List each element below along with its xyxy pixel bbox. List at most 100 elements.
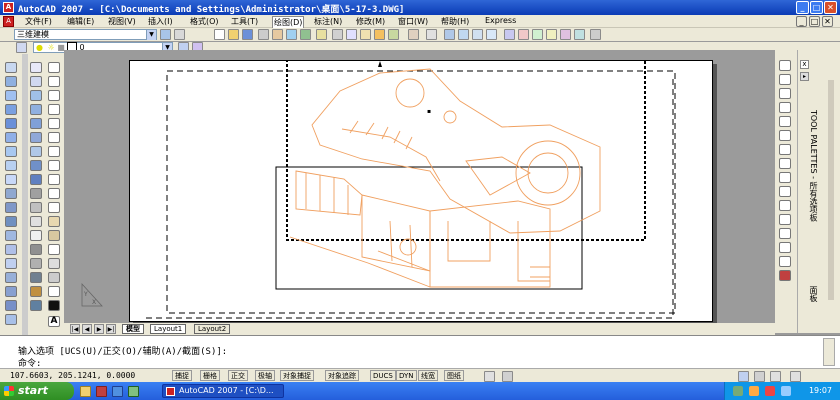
tray-network-icon[interactable] <box>733 386 743 396</box>
new-file-icon[interactable] <box>214 29 225 40</box>
3d-orbit-icon[interactable] <box>30 76 42 87</box>
next-tab-button[interactable]: ▶ <box>94 324 104 334</box>
menu-window[interactable]: 窗口(W) <box>398 16 428 27</box>
quicklaunch-ie-icon[interactable] <box>112 386 123 397</box>
cylinder-icon[interactable] <box>5 132 17 143</box>
workspace-settings-icon[interactable] <box>160 29 171 40</box>
ucs-world-icon[interactable] <box>30 258 42 269</box>
menu-format[interactable]: 格式(O) <box>190 16 219 27</box>
material-ball-icon[interactable] <box>30 286 42 297</box>
menu-express[interactable]: Express <box>485 16 516 25</box>
paste-icon[interactable] <box>360 29 371 40</box>
scale-icon[interactable] <box>779 158 791 169</box>
tool-palettes-icon[interactable] <box>532 29 543 40</box>
zoom-window-icon[interactable] <box>472 29 483 40</box>
taskbar-autocad-window[interactable]: AutoCAD 2007 - [C:\D... <box>162 384 284 398</box>
tab-layout2[interactable]: Layout2 <box>194 324 231 334</box>
menu-modify[interactable]: 修改(M) <box>356 16 385 27</box>
copy-icon[interactable] <box>346 29 357 40</box>
fillet-icon[interactable] <box>779 256 791 267</box>
mirror-icon[interactable] <box>779 88 791 99</box>
markup-icon[interactable] <box>560 29 571 40</box>
union-icon[interactable] <box>5 272 17 283</box>
menu-insert[interactable]: 插入(I) <box>148 16 173 27</box>
command-scrollbar[interactable] <box>823 338 835 366</box>
menu-help[interactable]: 帮助(H) <box>441 16 469 27</box>
view-box-icon[interactable] <box>30 62 42 73</box>
rotate-icon[interactable] <box>779 144 791 155</box>
zoom-previous-icon[interactable] <box>486 29 497 40</box>
model-space-icon[interactable] <box>484 371 495 382</box>
presspull-icon[interactable] <box>5 216 17 227</box>
arc-icon[interactable] <box>48 132 60 143</box>
redo-icon[interactable] <box>426 29 437 40</box>
revcloud-icon[interactable] <box>48 160 60 171</box>
sphere-icon[interactable] <box>5 118 17 129</box>
doc-close-button[interactable]: ✕ <box>822 16 833 27</box>
lineweight-toggle[interactable]: 线宽 <box>418 370 438 381</box>
material-icon[interactable] <box>30 118 42 129</box>
menu-view[interactable]: 视图(V) <box>108 16 136 27</box>
sheet-set-icon[interactable] <box>546 29 557 40</box>
hidden-icon[interactable] <box>30 202 42 213</box>
prev-tab-button[interactable]: ◀ <box>82 324 92 334</box>
lock-toolbar-icon[interactable] <box>738 371 749 382</box>
cone-icon[interactable] <box>5 104 17 115</box>
ellipse-icon[interactable] <box>48 188 60 199</box>
chevron-down-icon[interactable]: ▼ <box>146 30 156 40</box>
print-preview-icon[interactable] <box>272 29 283 40</box>
helix-icon[interactable] <box>5 174 17 185</box>
dyn-toggle[interactable]: DYN <box>396 370 417 381</box>
insert-block-icon[interactable] <box>48 216 60 227</box>
offset-icon[interactable] <box>779 102 791 113</box>
polysolid-icon[interactable] <box>5 62 17 73</box>
autohide-icon[interactable]: ▸ <box>800 72 809 81</box>
region-icon[interactable] <box>30 300 42 311</box>
status-menu-icon[interactable] <box>790 371 801 382</box>
polar-toggle[interactable]: 极轴 <box>255 370 275 381</box>
ellipse-arc-icon[interactable] <box>48 202 60 213</box>
paper-toggle[interactable]: 图纸 <box>444 370 464 381</box>
3d-move-icon[interactable] <box>5 314 17 325</box>
subtract-icon[interactable] <box>5 286 17 297</box>
trim-icon[interactable] <box>779 186 791 197</box>
match-properties-icon[interactable] <box>374 29 385 40</box>
communication-icon[interactable] <box>754 371 765 382</box>
multiline-text-icon[interactable]: A <box>48 316 60 327</box>
workspace-dropdown[interactable]: 三维建模 ▼ <box>14 29 157 40</box>
rectangle-icon[interactable] <box>48 118 60 129</box>
clean-screen-icon[interactable] <box>770 371 781 382</box>
save-icon[interactable] <box>242 29 253 40</box>
stretch-icon[interactable] <box>779 172 791 183</box>
design-center-icon[interactable] <box>518 29 529 40</box>
region-fill-icon[interactable] <box>48 300 60 311</box>
start-button[interactable]: start <box>0 382 74 400</box>
tab-layout1[interactable]: Layout1 <box>150 324 187 334</box>
visual-style-icon[interactable] <box>30 188 42 199</box>
snap-toggle[interactable]: 捕捉 <box>172 370 192 381</box>
chamfer-icon[interactable] <box>779 242 791 253</box>
copy-object-icon[interactable] <box>779 74 791 85</box>
spline-icon[interactable] <box>48 174 60 185</box>
cut-icon[interactable] <box>332 29 343 40</box>
erase-icon[interactable] <box>779 60 791 71</box>
quickcalc-icon[interactable] <box>574 29 585 40</box>
tray-security-icon[interactable] <box>765 386 775 396</box>
print-icon[interactable] <box>258 29 269 40</box>
intersect-icon[interactable] <box>5 300 17 311</box>
render-icon[interactable] <box>30 104 42 115</box>
menu-dimension[interactable]: 标注(N) <box>314 16 342 27</box>
line-icon[interactable] <box>48 62 60 73</box>
quicklaunch-desktop-icon[interactable] <box>128 386 139 397</box>
drawing-area[interactable]: ▪ Y Y X <box>64 50 775 333</box>
first-tab-button[interactable]: |◀ <box>70 324 80 334</box>
join-icon[interactable] <box>779 228 791 239</box>
block-editor-icon[interactable] <box>388 29 399 40</box>
workspace-save-icon[interactable] <box>174 29 185 40</box>
zoom-realtime-icon[interactable] <box>458 29 469 40</box>
viewport-icon[interactable] <box>502 371 513 382</box>
ducs-toggle[interactable]: DUCS <box>370 370 396 381</box>
menu-edit[interactable]: 编辑(E) <box>67 16 94 27</box>
pyramid-icon[interactable] <box>5 160 17 171</box>
wireframe-icon[interactable] <box>30 216 42 227</box>
